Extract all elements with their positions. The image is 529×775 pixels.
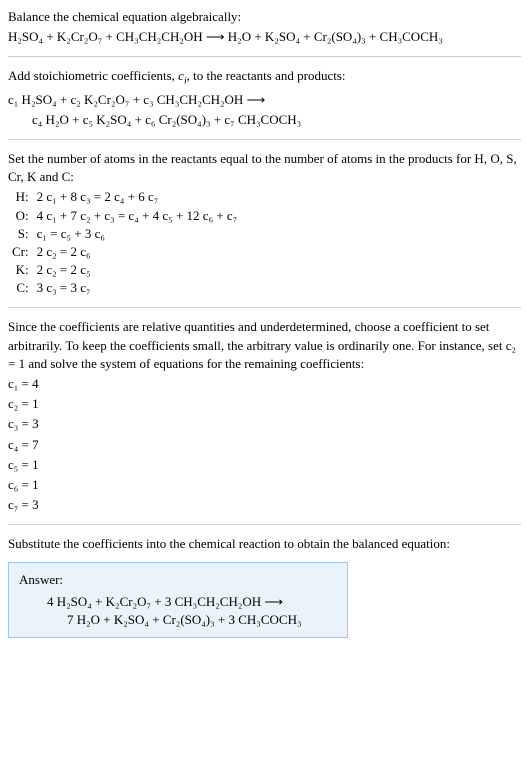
result-title: Substitute the coefficients into the che… bbox=[8, 535, 521, 553]
atoms-row-eq: c₁ = c₅ + 3 c₆ bbox=[37, 225, 238, 243]
divider bbox=[8, 56, 521, 57]
result-section: Substitute the coefficients into the che… bbox=[8, 535, 521, 638]
answer-box: Answer: 4 H₂SO₄ + K₂Cr₂O₇ + 3 CH₃CH₂CH₂O… bbox=[8, 562, 348, 639]
atoms-row-eq: 2 c₂ = 2 c₅ bbox=[37, 261, 238, 279]
coeff-line: c₄ = 7 bbox=[8, 436, 521, 454]
atoms-row-label: C: bbox=[12, 279, 37, 297]
atoms-row-label: K: bbox=[12, 261, 37, 279]
atoms-row-eq: 2 c₂ = 2 c₆ bbox=[37, 243, 238, 261]
divider bbox=[8, 307, 521, 308]
atoms-row-label: O: bbox=[12, 207, 37, 225]
divider bbox=[8, 139, 521, 140]
atoms-row-label: H: bbox=[12, 188, 37, 206]
stoich-line1: c₁ H₂SO₄ + c₂ K₂Cr₂O₇ + c₃ CH₃CH₂CH₂OH ⟶ bbox=[8, 91, 521, 109]
stoich-line2: c₄ H₂O + c₅ K₂SO₄ + c₆ Cr₂(SO₄)₃ + c₇ CH… bbox=[8, 111, 521, 129]
coeff-line: c₁ = 4 bbox=[8, 375, 521, 393]
answer-line2: 7 H₂O + K₂SO₄ + Cr₂(SO₄)₃ + 3 CH₃COCH₃ bbox=[19, 611, 337, 629]
stoich-title: Add stoichiometric coefficients, ci, to … bbox=[8, 67, 521, 88]
atoms-row-eq: 3 c₃ = 3 c₇ bbox=[37, 279, 238, 297]
atoms-row-eq: 2 c₁ + 8 c₃ = 2 c₄ + 6 c₇ bbox=[37, 188, 238, 206]
atoms-table: H: 2 c₁ + 8 c₃ = 2 c₄ + 6 c₇ O: 4 c₁ + 7… bbox=[12, 188, 237, 297]
atoms-row-label: Cr: bbox=[12, 243, 37, 261]
solve-section: Since the coefficients are relative quan… bbox=[8, 318, 521, 514]
coeff-line: c₅ = 1 bbox=[8, 456, 521, 474]
atoms-section: Set the number of atoms in the reactants… bbox=[8, 150, 521, 298]
atoms-row: O: 4 c₁ + 7 c₂ + c₃ = c₄ + 4 c₅ + 12 c₆ … bbox=[12, 207, 237, 225]
intro-title: Balance the chemical equation algebraica… bbox=[8, 8, 521, 26]
divider bbox=[8, 524, 521, 525]
atoms-row: S: c₁ = c₅ + 3 c₆ bbox=[12, 225, 237, 243]
atoms-row: C: 3 c₃ = 3 c₇ bbox=[12, 279, 237, 297]
atoms-row: Cr: 2 c₂ = 2 c₆ bbox=[12, 243, 237, 261]
answer-line1: 4 H₂SO₄ + K₂Cr₂O₇ + 3 CH₃CH₂CH₂OH ⟶ bbox=[19, 593, 337, 611]
atoms-title: Set the number of atoms in the reactants… bbox=[8, 150, 521, 186]
answer-label: Answer: bbox=[19, 571, 337, 589]
intro-equation: H₂SO₄ + K₂Cr₂O₇ + CH₃CH₂CH₂OH ⟶ H₂O + K₂… bbox=[8, 28, 521, 46]
solve-text: Since the coefficients are relative quan… bbox=[8, 318, 521, 373]
atoms-row: K: 2 c₂ = 2 c₅ bbox=[12, 261, 237, 279]
intro-section: Balance the chemical equation algebraica… bbox=[8, 8, 521, 46]
stoich-section: Add stoichiometric coefficients, ci, to … bbox=[8, 67, 521, 129]
coeff-line: c₆ = 1 bbox=[8, 476, 521, 494]
coeff-line: c₇ = 3 bbox=[8, 496, 521, 514]
coeff-line: c₃ = 3 bbox=[8, 415, 521, 433]
atoms-row: H: 2 c₁ + 8 c₃ = 2 c₄ + 6 c₇ bbox=[12, 188, 237, 206]
atoms-row-eq: 4 c₁ + 7 c₂ + c₃ = c₄ + 4 c₅ + 12 c₆ + c… bbox=[37, 207, 238, 225]
coeff-line: c₂ = 1 bbox=[8, 395, 521, 413]
atoms-row-label: S: bbox=[12, 225, 37, 243]
